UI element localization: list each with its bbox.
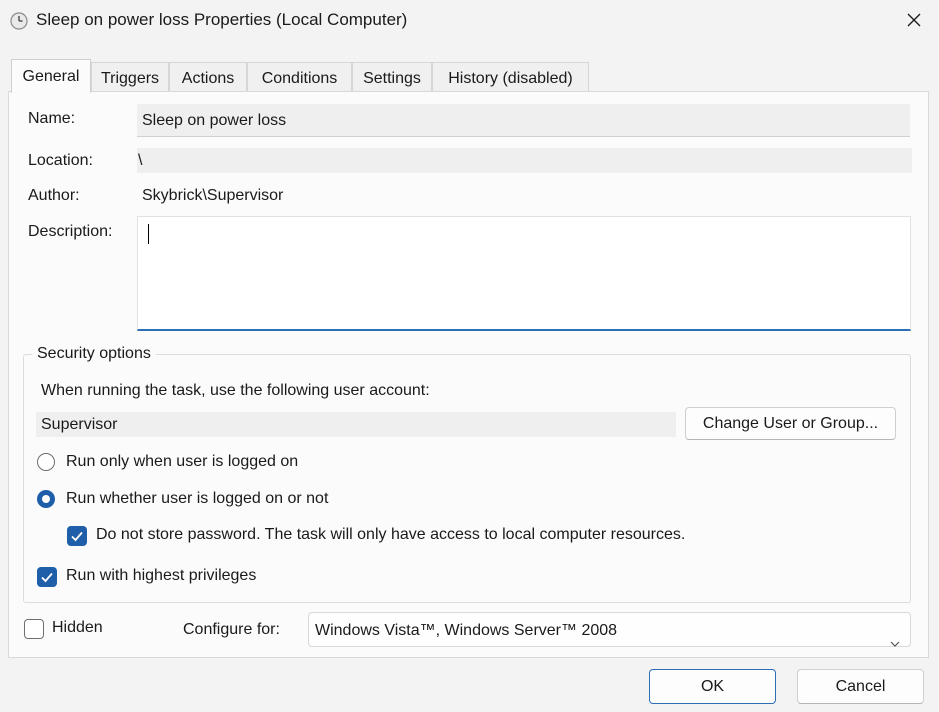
account-prompt: When running the task, use the following… [41, 382, 430, 399]
hidden-label[interactable]: Hidden [52, 619, 103, 637]
tab-settings[interactable]: Settings [352, 62, 432, 92]
close-button[interactable] [895, 6, 933, 38]
name-field[interactable]: Sleep on power loss [137, 104, 910, 137]
radio-logged-on-or-not-label[interactable]: Run whether user is logged on or not [66, 490, 328, 508]
checkmark-icon [41, 572, 53, 583]
name-label: Name: [28, 110, 76, 127]
tab-history[interactable]: History (disabled) [432, 62, 589, 92]
window-title: Sleep on power loss Properties (Local Co… [36, 10, 408, 29]
description-label: Description: [28, 223, 113, 240]
radio-logged-on-only-label[interactable]: Run only when user is logged on [66, 453, 298, 471]
no-store-password-checkbox[interactable] [67, 526, 87, 546]
chevron-down-icon [890, 626, 900, 661]
tab-conditions[interactable]: Conditions [247, 62, 352, 92]
location-label: Location: [28, 152, 93, 169]
description-field[interactable] [137, 216, 911, 331]
highest-privileges-label[interactable]: Run with highest privileges [66, 567, 256, 585]
cancel-button[interactable]: Cancel [797, 669, 924, 704]
no-store-password-label[interactable]: Do not store password. The task will onl… [96, 526, 685, 544]
location-field: \ [137, 148, 912, 173]
hidden-checkbox[interactable] [24, 619, 44, 639]
security-options-legend: Security options [32, 345, 156, 363]
tab-actions[interactable]: Actions [169, 62, 247, 92]
radio-logged-on-or-not[interactable] [37, 490, 55, 508]
radio-logged-on-only[interactable] [37, 453, 55, 471]
title-bar: Sleep on power loss Properties (Local Co… [0, 0, 939, 44]
author-label: Author: [28, 187, 80, 204]
configure-for-value: Windows Vista™, Windows Server™ 2008 [315, 622, 618, 639]
user-account-field: Supervisor [36, 412, 676, 437]
highest-privileges-checkbox[interactable] [37, 567, 57, 587]
text-caret [148, 224, 149, 244]
checkmark-icon [71, 531, 83, 542]
configure-for-label: Configure for: [183, 621, 280, 638]
configure-for-select[interactable]: Windows Vista™, Windows Server™ 2008 [308, 612, 911, 647]
ok-button[interactable]: OK [649, 669, 776, 704]
close-icon [906, 12, 922, 33]
author-value: Skybrick\Supervisor [142, 187, 284, 204]
clock-icon [10, 12, 28, 30]
tab-triggers[interactable]: Triggers [91, 62, 169, 92]
change-user-button[interactable]: Change User or Group... [685, 407, 896, 440]
tab-general[interactable]: General [11, 59, 91, 93]
